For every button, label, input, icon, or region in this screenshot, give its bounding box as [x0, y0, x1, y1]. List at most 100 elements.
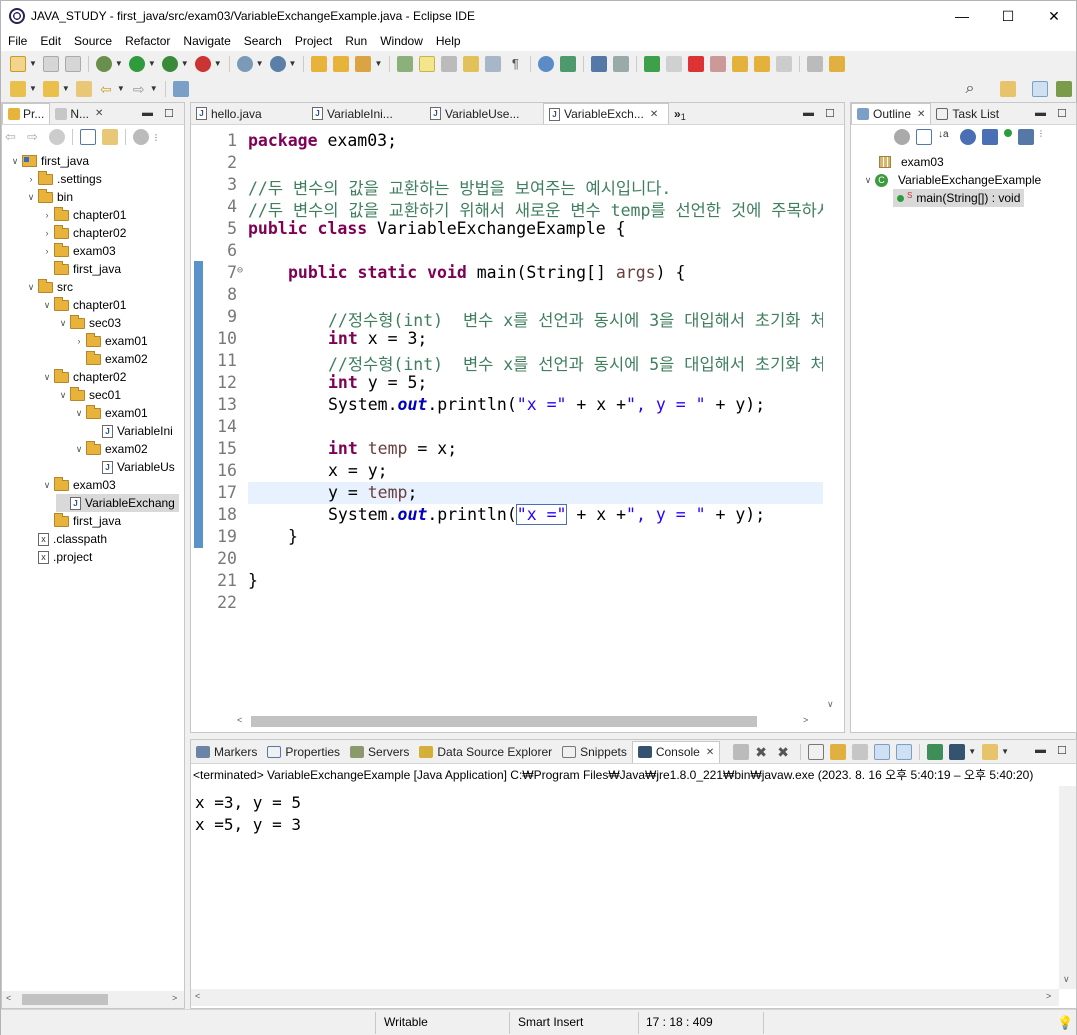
search-icon[interactable]: ⌕ — [962, 80, 978, 97]
status-cursor-position[interactable]: 17 : 18 : 409 — [646, 1015, 713, 1029]
globe-icon[interactable] — [538, 55, 555, 72]
chevron-down-icon[interactable]: ∨ — [40, 480, 54, 491]
display-console-icon[interactable] — [949, 743, 966, 760]
hide-nonpublic-icon[interactable] — [1004, 129, 1012, 137]
tab-navigator[interactable]: N... ✕ — [50, 103, 108, 124]
show-on-error-icon[interactable] — [896, 743, 913, 760]
up-icon[interactable] — [49, 129, 65, 145]
chevron-down-icon[interactable]: ▼ — [214, 59, 222, 68]
chevron-down-icon[interactable]: ▼ — [1001, 747, 1009, 756]
chevron-right-icon[interactable]: › — [40, 228, 54, 238]
outline-item-package[interactable]: exam03 — [879, 153, 944, 171]
toggle-breadcrumb-icon[interactable] — [441, 55, 458, 72]
tree-item[interactable]: J VariableIni — [88, 422, 173, 440]
pilcrow-icon[interactable]: ¶ — [507, 56, 523, 72]
fold-toggle-icon[interactable]: ⊖ — [237, 265, 243, 276]
chevron-right-icon[interactable]: › — [72, 336, 86, 346]
chevron-down-icon[interactable]: ▼ — [289, 59, 297, 68]
console-view-icon[interactable] — [591, 55, 608, 72]
tree-item[interactable]: › exam03 — [40, 242, 116, 260]
editor-vscroll[interactable]: ∨ — [823, 125, 843, 713]
save-icon[interactable] — [42, 55, 59, 72]
terminate-icon[interactable] — [733, 743, 750, 760]
menu-source[interactable]: Source — [67, 31, 118, 51]
remove-all-icon[interactable]: ✖ — [777, 744, 793, 760]
chevron-down-icon[interactable]: ⋮ — [152, 133, 160, 142]
tree-item[interactable]: ∨ exam02 — [72, 440, 148, 458]
tree-item[interactable]: ∨ chapter02 — [40, 368, 126, 386]
sort-icon[interactable]: ↓a — [938, 129, 954, 145]
chevron-down-icon[interactable]: ∨ — [861, 175, 875, 186]
tree-item[interactable]: ∨ src — [24, 278, 73, 296]
chevron-down-icon[interactable]: ∨ — [40, 300, 54, 311]
tab-console[interactable]: Console ✕ — [631, 740, 721, 763]
maximize-view-icon[interactable]: ☐ — [1057, 107, 1067, 120]
tree-item[interactable]: ∨ exam03 — [40, 476, 116, 494]
step-return-icon[interactable] — [776, 55, 793, 72]
status-insert-mode[interactable]: Smart Insert — [518, 1015, 583, 1029]
chevron-down-icon[interactable]: ▼ — [256, 59, 264, 68]
chevron-down-icon[interactable]: ∨ — [72, 444, 86, 455]
open-console-icon[interactable] — [982, 743, 999, 760]
open-task-icon[interactable] — [333, 55, 350, 72]
tree-item[interactable]: x .project — [24, 548, 92, 566]
tab-data-source-explorer[interactable]: Data Source Explorer — [414, 741, 557, 763]
maximize-view-icon[interactable]: ☐ — [1057, 744, 1067, 757]
search-tool-icon[interactable] — [355, 55, 372, 72]
view-menu-icon[interactable] — [133, 129, 149, 145]
menu-refactor[interactable]: Refactor — [118, 31, 176, 51]
minimize-view-icon[interactable]: ▬ — [142, 107, 153, 119]
menu-search[interactable]: Search — [237, 31, 288, 51]
tab-variable-ini[interactable]: J VariableIni... — [307, 103, 425, 124]
pin-editor-icon[interactable] — [172, 80, 189, 97]
view-menu-icon[interactable]: ⋮ — [1037, 129, 1045, 145]
step-into-icon[interactable] — [732, 55, 749, 72]
maximize-view-icon[interactable]: ☐ — [825, 107, 835, 120]
tree-item[interactable]: › .settings — [24, 170, 102, 188]
chevron-down-icon[interactable]: ▼ — [29, 59, 37, 68]
close-icon[interactable]: ✕ — [95, 108, 103, 119]
tab-snippets[interactable]: Snippets — [557, 741, 632, 763]
menu-navigate[interactable]: Navigate — [176, 31, 236, 51]
word-wrap-icon[interactable] — [852, 743, 869, 760]
chevron-down-icon[interactable]: ▼ — [150, 84, 158, 93]
forward-arrow-icon[interactable]: ⇨ — [27, 129, 43, 145]
tree-item[interactable]: ∨ sec01 — [56, 386, 121, 404]
suspend-icon[interactable] — [666, 55, 683, 72]
collapse-all-icon[interactable] — [80, 129, 96, 145]
scroll-thumb[interactable] — [22, 994, 108, 1005]
previous-annotation-icon[interactable] — [42, 80, 59, 97]
back-arrow-icon[interactable]: ⇦ — [98, 81, 114, 97]
tree-item[interactable]: x .classpath — [24, 530, 107, 548]
chevron-down-icon[interactable]: ▼ — [181, 59, 189, 68]
external-tools-icon[interactable] — [194, 55, 211, 72]
menu-project[interactable]: Project — [288, 31, 338, 51]
debug-perspective-icon[interactable] — [1056, 80, 1072, 97]
chevron-down-icon[interactable]: ▼ — [29, 84, 37, 93]
maximize-button[interactable]: ☐ — [985, 1, 1031, 31]
open-type-icon[interactable] — [311, 55, 328, 72]
tree-item[interactable]: ∨ chapter01 — [40, 296, 126, 314]
code-editor[interactable]: 1 2 3 4 5 6 7 8 9 10 11 12 13 14 15 16 17 18 19 20 21 22 pack… — [203, 125, 823, 695]
remove-launch-icon[interactable]: ✖ — [755, 744, 771, 760]
chevron-down-icon[interactable]: ▼ — [374, 59, 382, 68]
java-perspective-icon[interactable] — [1032, 80, 1048, 97]
back-arrow-icon[interactable]: ⇦ — [5, 129, 21, 145]
use-step-filters-icon[interactable] — [807, 55, 824, 72]
outline-item-class[interactable]: ∨ C VariableExchangeExample — [861, 171, 1042, 189]
tab-hello-java[interactable]: Jhello.java — [191, 103, 307, 124]
tree-item[interactable]: › chapter02 — [40, 224, 126, 242]
chevron-down-icon[interactable]: ▼ — [62, 84, 70, 93]
debug-icon[interactable] — [95, 55, 112, 72]
step-over-icon[interactable] — [754, 55, 771, 72]
disconnect-icon[interactable] — [710, 55, 727, 72]
run-icon[interactable] — [128, 55, 145, 72]
chevron-down-icon[interactable]: ∨ — [8, 156, 22, 167]
show-on-output-icon[interactable] — [874, 743, 891, 760]
clear-console-icon[interactable] — [808, 743, 825, 760]
chevron-down-icon[interactable]: ∨ — [72, 408, 86, 419]
block-select-icon[interactable] — [485, 55, 502, 72]
tree-item[interactable]: ∨ bin — [24, 188, 73, 206]
menu-help[interactable]: Help — [429, 31, 467, 51]
tree-item[interactable]: first_java — [40, 512, 121, 530]
